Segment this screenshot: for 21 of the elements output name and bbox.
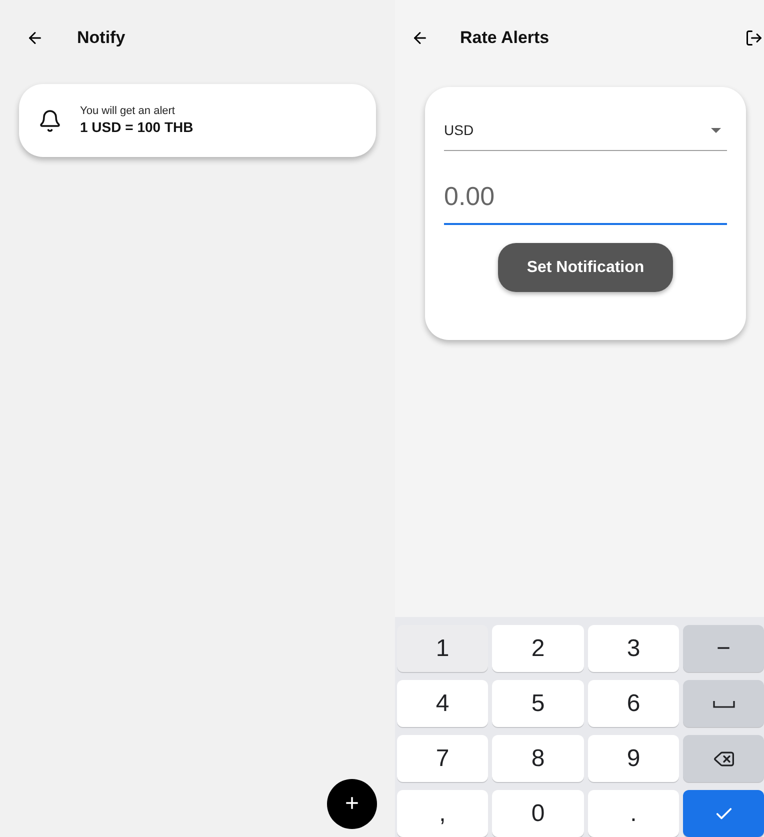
keyboard-key[interactable]: 7 [397,735,488,782]
keyboard-key[interactable]: 4 [397,680,488,727]
keyboard-key[interactable]: , [397,790,488,837]
keyboard-key[interactable]: 5 [492,680,584,727]
keyboard-key[interactable]: 2 [492,625,584,672]
alert-rate: 1 USD = 100 THB [80,118,194,136]
keyboard-key[interactable]: 3 [588,625,679,672]
keyboard-key[interactable]: 9 [588,735,679,782]
keyboard-key[interactable]: 0 [492,790,584,837]
screen-title: Rate Alerts [460,27,550,50]
keyboard-key[interactable]: 1 [397,625,488,672]
add-button[interactable]: + [327,779,377,829]
set-notification-button[interactable]: Set Notification [498,243,673,292]
keyboard-key[interactable]: 8 [492,735,584,782]
screen-title: Notify [77,27,126,50]
keyboard-key[interactable]: . [588,790,679,837]
keyboard-key[interactable]: 6 [588,680,679,727]
currency-dropdown[interactable]: USD [444,111,727,151]
keyboard-key[interactable]: − [683,625,764,672]
amount-field[interactable]: 0.00 [444,169,727,225]
alert-caption: You will get an alert [80,104,176,119]
